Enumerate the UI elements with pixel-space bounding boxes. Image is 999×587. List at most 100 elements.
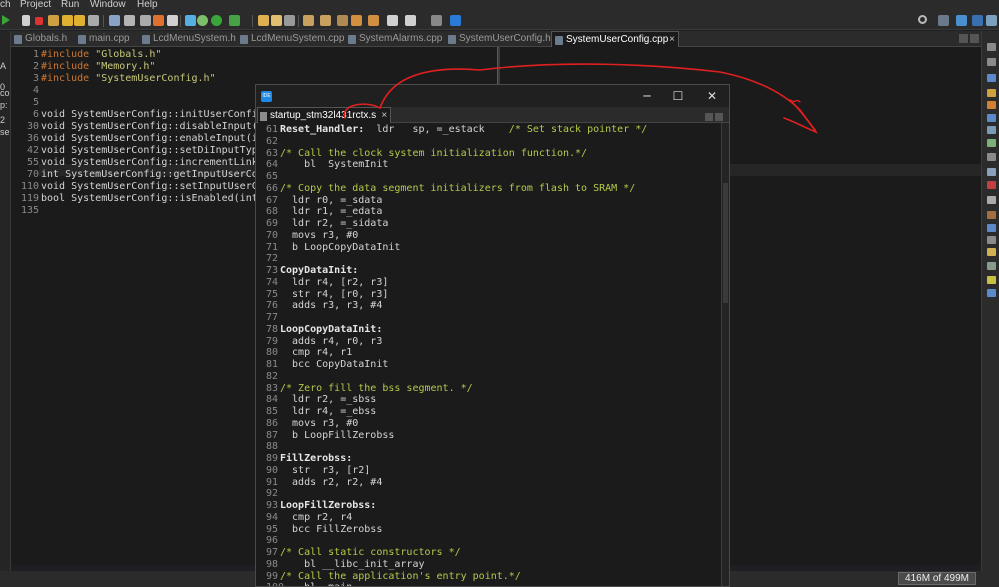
view-icon[interactable] [987, 236, 996, 244]
tab-lcdmenusystem-h[interactable]: LcdMenuSystem.h [139, 31, 237, 47]
perspective-icon[interactable] [938, 15, 949, 26]
perspective-cpp-icon[interactable] [956, 15, 967, 26]
tab-systemuserconfig-h[interactable]: SystemUserConfig.h [445, 31, 551, 47]
pencil-icon[interactable] [271, 15, 282, 26]
line-number: 66 [266, 182, 279, 194]
view-icon[interactable] [987, 248, 996, 256]
code-line: void SystemUserConfig::disableInput(int … [41, 121, 288, 132]
detached-editor-window[interactable]: IDE ─ ☐ ✕ startup_stm32l431rctx.s × 61 Re… [255, 84, 730, 587]
menu-project[interactable]: Project [20, 0, 51, 10]
view-icon[interactable] [987, 101, 996, 109]
debug-config-icon[interactable] [197, 15, 208, 26]
step-over-icon[interactable] [74, 15, 85, 26]
menu-window[interactable]: Window [90, 0, 126, 10]
perspective-ide-icon[interactable] [986, 15, 997, 26]
menu-run[interactable]: Run [61, 0, 79, 10]
instruction-step-icon[interactable] [109, 15, 120, 26]
last-edit-icon[interactable] [337, 15, 348, 26]
open-folder-icon[interactable] [258, 15, 269, 26]
asm-file-icon [260, 112, 267, 121]
maximize-editor-icon[interactable] [970, 34, 979, 43]
code-line: void SystemUserConfig::enableInput(int s… [41, 133, 288, 144]
build-icon[interactable] [140, 15, 151, 26]
cpp-file-icon [240, 35, 248, 44]
view-icon[interactable] [987, 74, 996, 82]
code-line: LoopCopyDataInit: [280, 323, 383, 335]
view-icon[interactable] [987, 139, 996, 147]
pin-editor-icon[interactable] [431, 15, 442, 26]
disconnect-icon[interactable] [48, 15, 59, 26]
line-number: 65 [266, 171, 279, 182]
toggle-mark-icon[interactable] [284, 15, 295, 26]
resume-icon[interactable] [2, 15, 10, 25]
next-annotation-icon[interactable] [303, 15, 314, 26]
view-icon[interactable] [987, 262, 996, 270]
view-icon[interactable] [987, 276, 996, 284]
view-icon[interactable] [987, 168, 996, 176]
outline-icon[interactable] [987, 43, 996, 51]
terminate-icon[interactable] [35, 17, 43, 25]
window-title-bar[interactable]: IDE ─ ☐ ✕ [256, 85, 729, 107]
code-line: str r3, [r2] [280, 464, 371, 476]
code-line: bl SystemInit [280, 159, 389, 171]
view-icon[interactable] [987, 196, 996, 204]
tab-globals-h[interactable]: Globals.h [11, 31, 75, 47]
close-button[interactable]: ✕ [702, 87, 722, 105]
pause-icon[interactable] [22, 15, 30, 26]
view-icon[interactable] [987, 211, 996, 219]
heap-status[interactable]: 416M of 499M [898, 572, 976, 585]
tab-startup-stm32[interactable]: startup_stm32l431rctx.s × [257, 107, 392, 124]
maximize-button[interactable]: ☐ [668, 87, 688, 105]
view-icon[interactable] [987, 181, 996, 189]
view-icon[interactable] [987, 224, 996, 232]
minimize-button[interactable]: ─ [637, 87, 657, 105]
minimize-editor-icon[interactable] [959, 34, 968, 43]
menu-bar: ch Project Run Window Help [0, 0, 999, 12]
view-icon[interactable] [987, 126, 996, 134]
close-icon[interactable]: × [669, 32, 675, 48]
left-strip-text: A [0, 61, 7, 71]
tab-systemuserconfig-cpp[interactable]: SystemUserConfig.cpp × [551, 31, 679, 47]
view-icon[interactable] [987, 58, 996, 66]
line-number: 30 [26, 121, 39, 132]
assembly-code-area[interactable]: 61 Reset_Handler: ldr sp, =_estack /* Set… [256, 123, 729, 586]
vertical-scrollbar[interactable] [722, 123, 729, 586]
tab-main-cpp[interactable]: main.cpp [75, 31, 139, 47]
menu-help[interactable]: Help [137, 0, 158, 10]
view-icon[interactable] [987, 153, 996, 161]
build-all-icon[interactable] [124, 15, 135, 26]
perspective-debug-icon[interactable] [972, 15, 983, 26]
external-tools-icon[interactable] [229, 15, 240, 26]
back-nav-icon[interactable] [351, 15, 362, 26]
back-icon[interactable] [368, 15, 379, 26]
code-line: /* Copy the data segment initializers fr… [280, 182, 636, 194]
step-return-icon[interactable] [88, 15, 99, 26]
maximize-view-icon[interactable] [715, 113, 723, 121]
forward-arrow-icon[interactable] [405, 15, 416, 26]
view-icon[interactable] [987, 89, 996, 97]
view-icon[interactable] [987, 289, 996, 297]
minimize-view-icon[interactable] [705, 113, 713, 121]
clean-icon[interactable] [167, 15, 178, 26]
scrollbar-thumb[interactable] [723, 183, 728, 303]
menu-search[interactable]: ch [0, 0, 11, 10]
right-panel-strip [981, 31, 999, 587]
line-number: 2 [32, 61, 39, 72]
line-number: 78 [266, 323, 279, 335]
search-icon[interactable] [918, 15, 927, 24]
view-icon[interactable] [987, 114, 996, 122]
debug-icon[interactable] [153, 15, 164, 26]
run-icon[interactable] [211, 15, 222, 26]
info-icon[interactable] [450, 15, 461, 26]
line-number: 90 [266, 464, 279, 476]
code-line: ldr r4, [r2, r3] [280, 276, 389, 288]
close-icon[interactable]: × [381, 108, 387, 124]
tab-lcdmenusystem-cpp[interactable]: LcdMenuSystem.cpp [237, 31, 345, 47]
prev-annotation-icon[interactable] [320, 15, 331, 26]
line-number: 69 [266, 218, 279, 229]
code-line: movs r3, #0 [280, 417, 359, 429]
tab-systemalarms-cpp[interactable]: SystemAlarms.cpp [345, 31, 445, 47]
new-icon[interactable] [185, 15, 196, 26]
forward-icon[interactable] [387, 15, 398, 26]
step-into-icon[interactable] [62, 15, 73, 26]
